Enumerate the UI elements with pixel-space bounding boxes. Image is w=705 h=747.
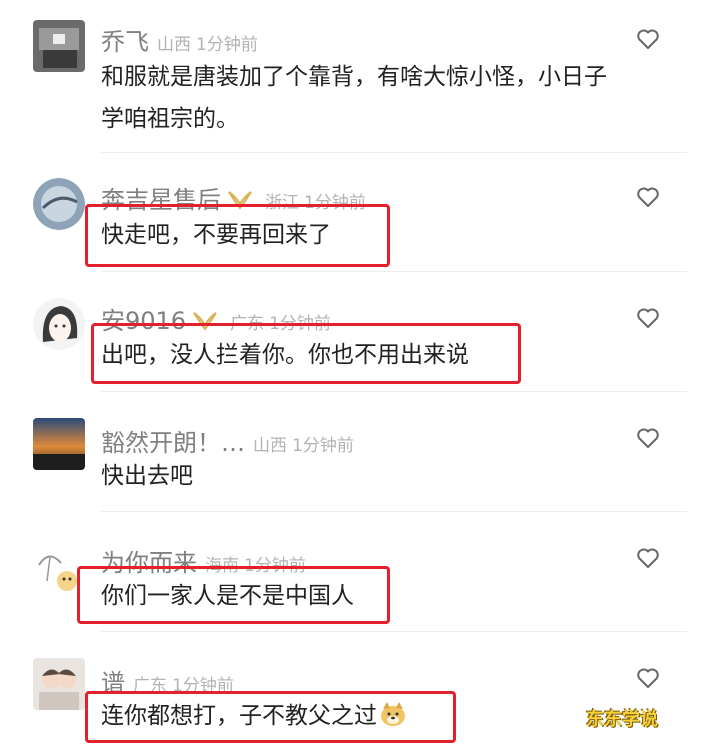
comment-text: 快出去吧 — [101, 455, 193, 497]
username[interactable]: 乔飞 — [101, 28, 149, 56]
comment-line: 和服就是唐装加了个靠背，有啥大惊小怪，小日子 — [101, 64, 607, 90]
divider — [101, 511, 687, 512]
heart-outline-icon[interactable] — [636, 427, 660, 449]
comment-text: 和服就是唐装加了个靠背，有啥大惊小怪，小日子 学咱祖宗的。 — [101, 56, 607, 140]
avatar[interactable] — [33, 178, 85, 230]
comment-meta: 乔飞 山西 1分钟前 — [101, 22, 258, 57]
heart-outline-icon[interactable] — [636, 667, 660, 689]
comment-time: 1分钟前 — [196, 35, 258, 55]
comment-location: 山西 — [157, 35, 191, 55]
avatar[interactable] — [33, 20, 85, 72]
highlight-box — [85, 691, 456, 743]
username[interactable]: 豁然开朗！… — [101, 429, 245, 457]
comment-time: 1分钟前 — [292, 436, 354, 456]
divider — [101, 391, 687, 392]
watermark: 东东学说 — [586, 709, 658, 730]
divider — [101, 631, 687, 632]
avatar[interactable] — [33, 658, 85, 710]
comment-meta: 豁然开朗！… 山西 1分钟前 — [101, 423, 354, 458]
heart-outline-icon[interactable] — [636, 186, 660, 208]
divider — [101, 271, 687, 272]
heart-outline-icon[interactable] — [636, 547, 660, 569]
comment-location: 山西 — [253, 436, 287, 456]
divider — [101, 152, 687, 153]
avatar[interactable] — [33, 298, 85, 350]
highlight-box — [85, 204, 390, 267]
avatar[interactable] — [33, 418, 85, 470]
comment-line: 学咱祖宗的。 — [101, 106, 239, 132]
highlight-box — [91, 323, 521, 384]
heart-outline-icon[interactable] — [636, 307, 660, 329]
highlight-box — [77, 566, 390, 624]
heart-outline-icon[interactable] — [636, 28, 660, 50]
comment-line: 快出去吧 — [101, 463, 193, 489]
